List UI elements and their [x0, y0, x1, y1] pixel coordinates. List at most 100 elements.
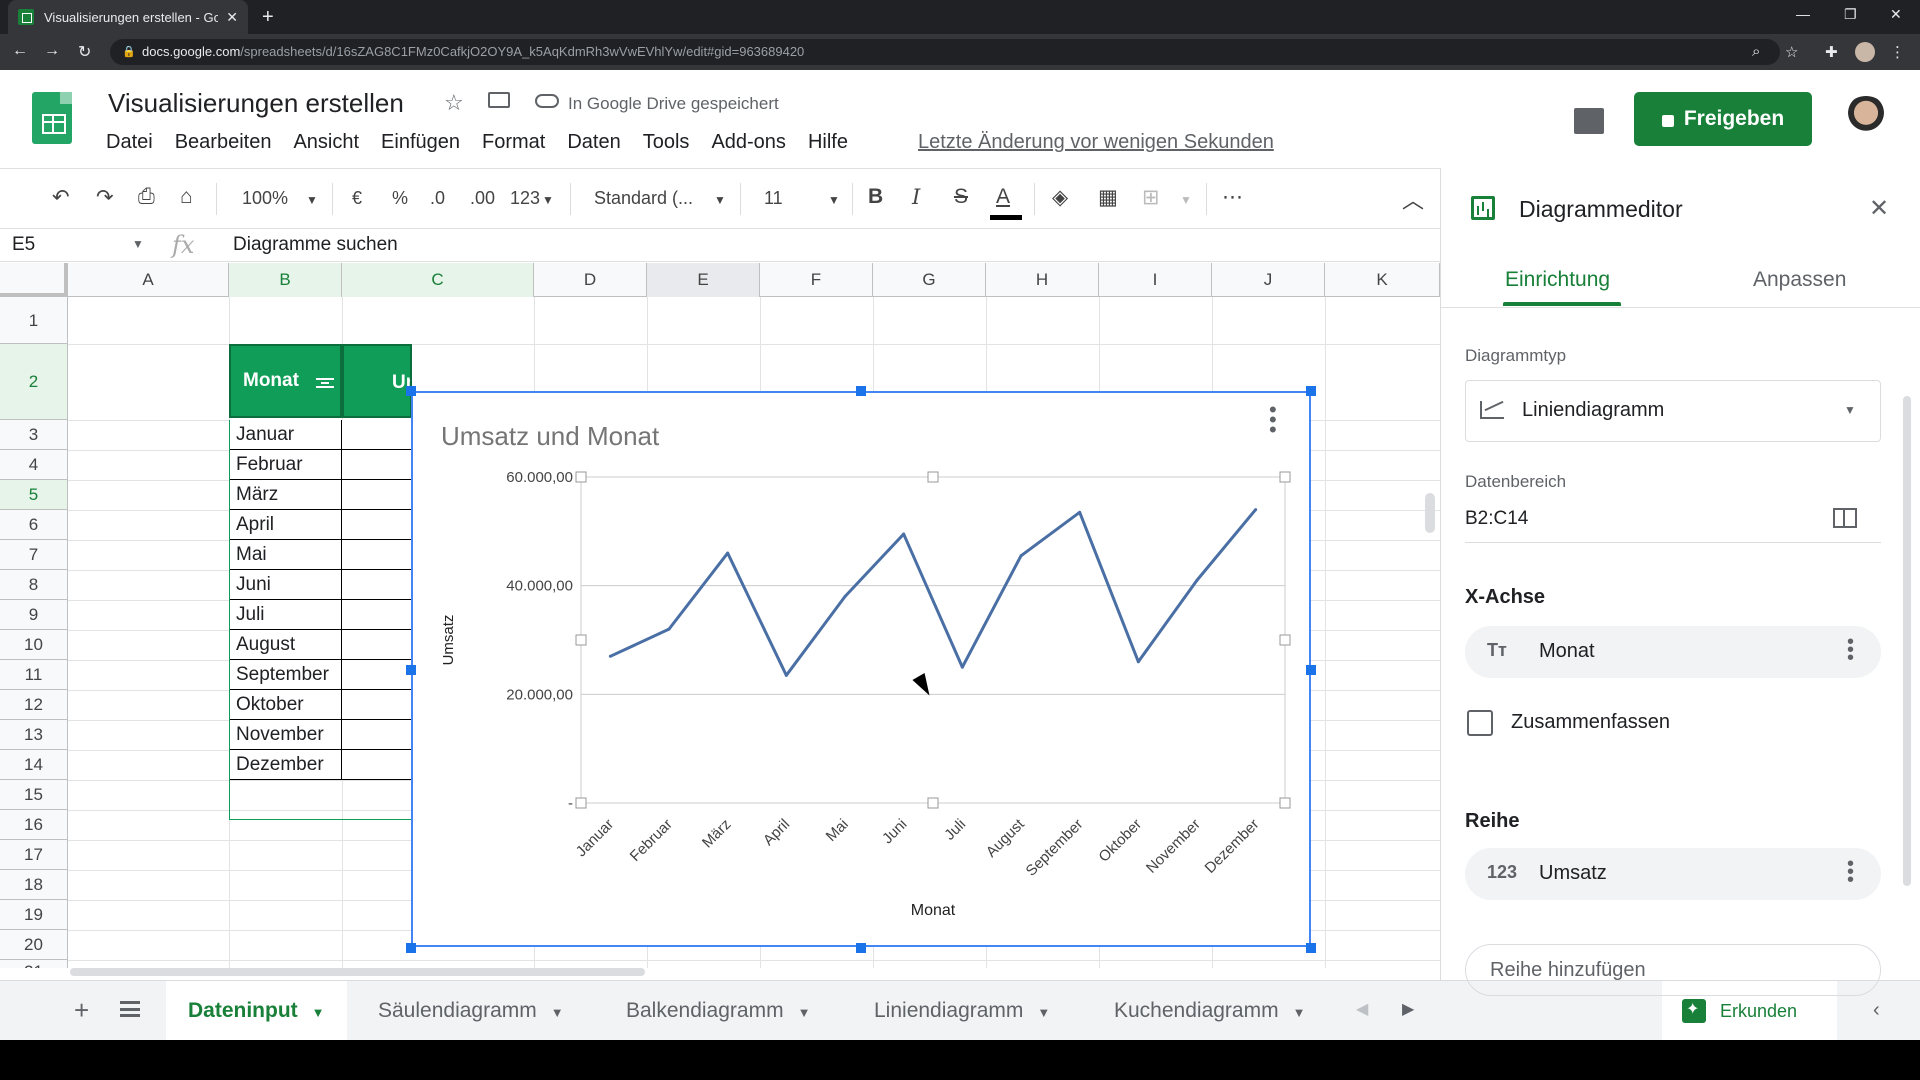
row-header-8[interactable]: 8: [0, 570, 68, 600]
spreadsheet-grid[interactable]: ABCDEFGHIJK 1 2 3 4 5 6 7 8 9 10 11 12 13 14 15 16 17 18 1…: [0, 263, 1440, 968]
back-icon[interactable]: ←: [12, 42, 28, 60]
more-vert-icon[interactable]: • • •: [1847, 854, 1854, 890]
fill-color-icon[interactable]: ◈: [1052, 185, 1068, 210]
resize-handle[interactable]: [856, 943, 866, 953]
row-header-19[interactable]: 19: [0, 900, 68, 930]
sheet-tab-saeulendiagramm[interactable]: Säulendiagramm ▼: [356, 981, 586, 1041]
menu-format[interactable]: Format: [482, 131, 545, 154]
column-header-e[interactable]: E: [647, 263, 760, 297]
column-header-c[interactable]: C: [342, 263, 534, 297]
strikethrough-button[interactable]: S: [954, 185, 968, 209]
tab-anpassen[interactable]: Anpassen: [1753, 268, 1846, 292]
sheet-tab-caret-icon[interactable]: ▼: [1293, 1005, 1306, 1020]
sheet-tab-caret-icon[interactable]: ▼: [551, 1005, 564, 1020]
row-header-15[interactable]: 15: [0, 780, 68, 810]
row-header-4[interactable]: 4: [0, 450, 68, 480]
column-header-b[interactable]: B: [229, 263, 342, 297]
resize-handle[interactable]: [406, 386, 416, 396]
font-select[interactable]: Standard (...: [594, 188, 693, 209]
undo-icon[interactable]: ↶: [52, 185, 70, 210]
add-series-button[interactable]: Reihe hinzufügen: [1465, 944, 1881, 996]
minimize-icon[interactable]: —: [1796, 6, 1810, 22]
merge-cells-icon[interactable]: ⊞: [1142, 185, 1160, 210]
row-header-13[interactable]: 13: [0, 720, 68, 750]
redo-icon[interactable]: ↷: [96, 185, 114, 210]
row-header-10[interactable]: 10: [0, 630, 68, 660]
zoom-caret-icon[interactable]: ▼: [306, 193, 318, 207]
chart-menu-icon[interactable]: • • •: [1269, 399, 1277, 441]
filter-icon[interactable]: [316, 378, 334, 388]
row-header-6[interactable]: 6: [0, 510, 68, 540]
user-avatar[interactable]: [1842, 96, 1890, 144]
editor-scrollbar[interactable]: [1903, 396, 1911, 886]
name-box[interactable]: E5: [12, 234, 35, 256]
resize-handle[interactable]: [406, 943, 416, 953]
menu-bearbeiten[interactable]: Bearbeiten: [175, 131, 272, 154]
zoom-icon[interactable]: ⌕: [1752, 43, 1760, 60]
row-header-7[interactable]: 7: [0, 540, 68, 570]
row-header-20[interactable]: 20: [0, 930, 68, 960]
select-all-corner[interactable]: [0, 263, 68, 297]
more-vert-icon[interactable]: • • •: [1847, 632, 1854, 668]
url-field[interactable]: 🔒 docs.google.com/spreadsheets/d/16sZAG8C…: [110, 39, 1780, 65]
bookmark-star-icon[interactable]: ☆: [1785, 43, 1798, 61]
sheet-tab-balkendiagramm[interactable]: Balkendiagramm ▼: [604, 981, 832, 1041]
scroll-tabs-left-icon[interactable]: ◀: [1356, 999, 1368, 1019]
formula-input[interactable]: Diagramme suchen: [233, 234, 398, 256]
new-tab-icon[interactable]: +: [262, 6, 274, 29]
row-header-21[interactable]: 21: [0, 960, 68, 968]
last-edit-link[interactable]: Letzte Änderung vor wenigen Sekunden: [918, 131, 1274, 154]
column-header-g[interactable]: G: [873, 263, 986, 297]
line-chart[interactable]: - 20.000,00 40.000,00 60.000,00 Januar Februa…: [411, 391, 1311, 947]
row-header-9[interactable]: 9: [0, 600, 68, 630]
add-sheet-icon[interactable]: +: [74, 995, 89, 1026]
sheet-tab-liniendiagramm[interactable]: Liniendiagramm ▼: [852, 981, 1072, 1041]
select-range-icon[interactable]: [1833, 508, 1857, 528]
restore-icon[interactable]: ❐: [1844, 6, 1857, 23]
comment-history-icon[interactable]: [1574, 108, 1604, 134]
row-header-2[interactable]: 2: [0, 344, 68, 420]
column-header-i[interactable]: I: [1099, 263, 1212, 297]
window-close-icon[interactable]: ✕: [1890, 6, 1902, 23]
borders-icon[interactable]: ▦: [1098, 185, 1118, 210]
increase-decimals-button[interactable]: .00: [470, 188, 495, 209]
font-caret-icon[interactable]: ▼: [714, 193, 726, 207]
sheet-tab-dateninput[interactable]: Dateninput ▼: [166, 981, 347, 1041]
column-header-h[interactable]: H: [986, 263, 1099, 297]
row-header-18[interactable]: 18: [0, 870, 68, 900]
browser-tab[interactable]: Visualisierungen erstellen - Goog ✕: [8, 0, 248, 34]
menu-datei[interactable]: Datei: [106, 131, 153, 154]
column-header-d[interactable]: D: [534, 263, 647, 297]
name-box-caret-icon[interactable]: ▼: [132, 237, 144, 251]
row-header-14[interactable]: 14: [0, 750, 68, 780]
side-panel-toggle-icon[interactable]: ‹: [1873, 999, 1880, 1022]
header-cell-umsatz[interactable]: Ur: [342, 344, 412, 418]
document-title[interactable]: Visualisierungen erstellen: [108, 88, 404, 119]
sheet-tab-caret-icon[interactable]: ▼: [1037, 1005, 1050, 1020]
data-range-input[interactable]: B2:C14: [1465, 508, 1528, 530]
row-header-5[interactable]: 5: [0, 480, 68, 510]
column-header-a[interactable]: A: [68, 263, 229, 297]
bold-button[interactable]: B: [868, 185, 883, 209]
merge-caret-icon[interactable]: ▼: [1180, 193, 1192, 207]
italic-button[interactable]: I: [912, 185, 920, 209]
menu-daten[interactable]: Daten: [567, 131, 620, 154]
series-chip[interactable]: 123 Umsatz • • •: [1465, 848, 1881, 900]
scroll-tabs-right-icon[interactable]: ▶: [1402, 999, 1414, 1019]
row-header-12[interactable]: 12: [0, 690, 68, 720]
close-tab-icon[interactable]: ✕: [226, 9, 238, 26]
collapse-menus-icon[interactable]: ︿: [1402, 183, 1424, 215]
tab-einrichtung[interactable]: Einrichtung: [1505, 268, 1610, 292]
star-icon[interactable]: ☆: [444, 90, 464, 116]
column-header-f[interactable]: F: [760, 263, 873, 297]
row-header-1[interactable]: 1: [0, 297, 68, 344]
browser-menu-icon[interactable]: ⋮: [1890, 43, 1905, 61]
close-editor-icon[interactable]: ✕: [1869, 194, 1889, 223]
more-formats-caret-icon[interactable]: ▼: [542, 193, 554, 207]
reload-icon[interactable]: ↻: [78, 42, 91, 62]
column-header-k[interactable]: K: [1325, 263, 1440, 297]
resize-handle[interactable]: [856, 386, 866, 396]
forward-icon[interactable]: →: [44, 42, 60, 60]
sheet-tab-caret-icon[interactable]: ▼: [312, 1005, 325, 1020]
resize-handle[interactable]: [1306, 665, 1316, 675]
